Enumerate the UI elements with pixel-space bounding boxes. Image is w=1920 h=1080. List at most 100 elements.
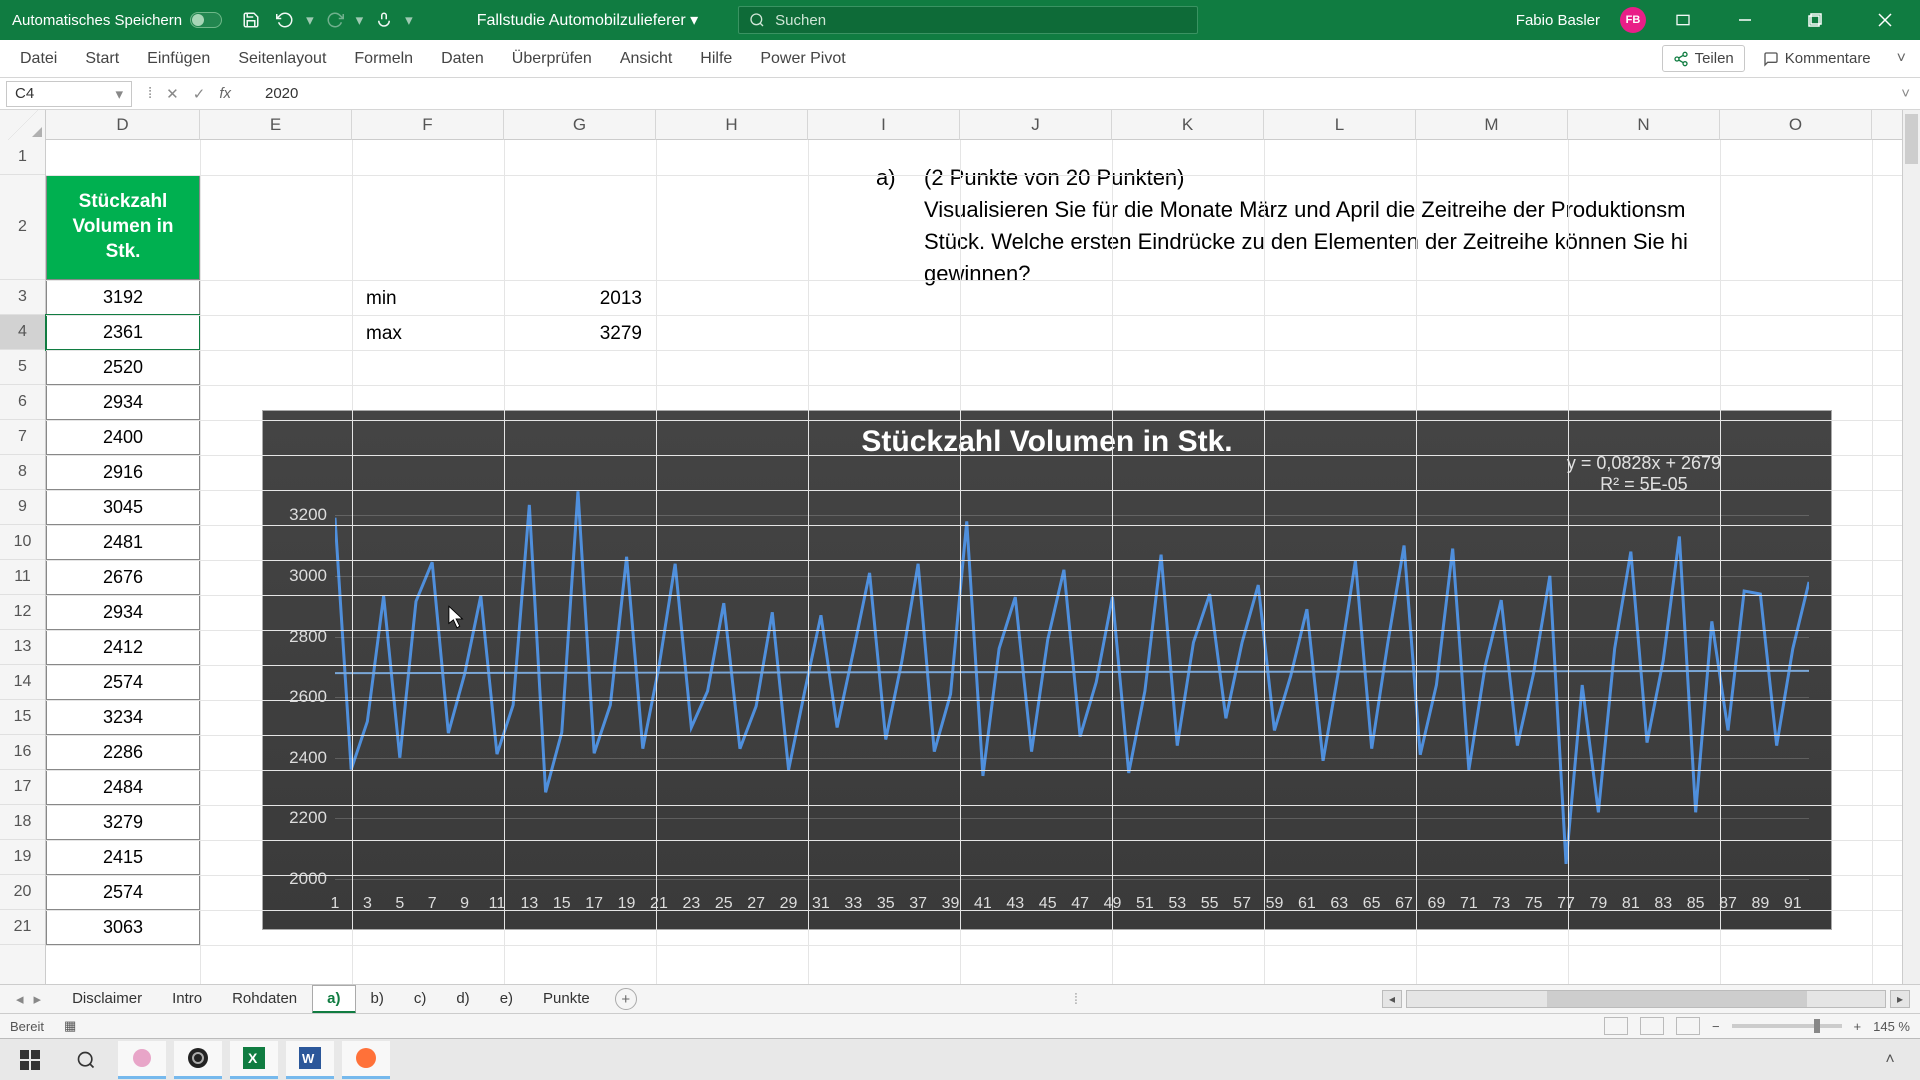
tab-datei[interactable]: Datei — [6, 40, 71, 77]
column-header-O[interactable]: O — [1720, 110, 1872, 140]
row-header-4[interactable]: 4 — [0, 315, 45, 350]
column-header-J[interactable]: J — [960, 110, 1112, 140]
vertical-scrollbar[interactable] — [1902, 110, 1920, 984]
column-header-L[interactable]: L — [1264, 110, 1416, 140]
toggle-icon[interactable] — [190, 12, 222, 28]
save-icon[interactable] — [240, 9, 262, 31]
sheet-tab-Intro[interactable]: Intro — [157, 985, 217, 1014]
autosave-toggle[interactable]: Automatisches Speichern — [0, 12, 234, 29]
row-header-7[interactable]: 7 — [0, 420, 45, 455]
start-button[interactable] — [6, 1041, 54, 1079]
data-cell[interactable]: 2481 — [46, 525, 200, 560]
cells-area[interactable]: StückzahlVolumen inStk.31922361252029342… — [46, 140, 1902, 984]
taskbar-obs-icon[interactable] — [174, 1041, 222, 1079]
avatar[interactable]: FB — [1620, 7, 1646, 33]
row-header-11[interactable]: 11 — [0, 560, 45, 595]
comments-button[interactable]: Kommentare — [1753, 46, 1881, 71]
expand-formula-icon[interactable]: ˅ — [1891, 85, 1920, 102]
data-cell[interactable]: 3279 — [46, 805, 200, 840]
data-cell[interactable]: 2520 — [46, 350, 200, 385]
row-header-20[interactable]: 20 — [0, 875, 45, 910]
sheet-tab-e)[interactable]: e) — [485, 985, 528, 1014]
qat-customize-icon[interactable]: ▾ — [405, 11, 413, 29]
tab-einfuegen[interactable]: Einfügen — [133, 40, 224, 77]
data-cell[interactable]: 2361 — [46, 315, 200, 350]
column-header-I[interactable]: I — [808, 110, 960, 140]
row-header-15[interactable]: 15 — [0, 700, 45, 735]
ribbon-display-icon[interactable] — [1672, 9, 1694, 31]
row-header-17[interactable]: 17 — [0, 770, 45, 805]
row-header-8[interactable]: 8 — [0, 455, 45, 490]
close-button[interactable] — [1860, 0, 1910, 40]
row-header-3[interactable]: 3 — [0, 280, 45, 315]
dropdown-icon[interactable]: ⁞ — [148, 85, 152, 102]
sheet-tab-Disclaimer[interactable]: Disclaimer — [57, 985, 157, 1014]
show-hidden-icon[interactable]: ˄ — [1866, 1041, 1914, 1079]
scroll-left-button[interactable]: ◂ — [1382, 990, 1402, 1008]
normal-view-button[interactable] — [1604, 1017, 1628, 1035]
scroll-track[interactable] — [1406, 990, 1886, 1008]
row-header-10[interactable]: 10 — [0, 525, 45, 560]
data-cell[interactable]: 3234 — [46, 700, 200, 735]
formula-input[interactable]: 2020 — [259, 85, 1891, 102]
enter-icon[interactable]: ✓ — [193, 85, 206, 103]
macro-icon[interactable]: ▦ — [64, 1018, 76, 1034]
zoom-level[interactable]: 145 % — [1873, 1019, 1910, 1034]
row-header-16[interactable]: 16 — [0, 735, 45, 770]
row-header-19[interactable]: 19 — [0, 840, 45, 875]
column-header-M[interactable]: M — [1416, 110, 1568, 140]
name-box[interactable]: C4 ▾ — [6, 81, 132, 107]
row-header-9[interactable]: 9 — [0, 490, 45, 525]
cancel-icon[interactable]: ✕ — [166, 85, 179, 103]
share-button[interactable]: Teilen — [1662, 45, 1745, 72]
fx-icon[interactable]: fx — [219, 85, 231, 102]
column-header-G[interactable]: G — [504, 110, 656, 140]
tab-powerpivot[interactable]: Power Pivot — [746, 40, 859, 77]
column-header-K[interactable]: K — [1112, 110, 1264, 140]
sheet-tab-Rohdaten[interactable]: Rohdaten — [217, 985, 312, 1014]
document-title[interactable]: Fallstudie Automobilzulieferer ▾ — [477, 10, 698, 30]
add-sheet-button[interactable]: + — [615, 988, 637, 1010]
column-header-N[interactable]: N — [1568, 110, 1720, 140]
tab-start[interactable]: Start — [71, 40, 133, 77]
zoom-slider[interactable] — [1732, 1024, 1842, 1028]
taskbar-word-icon[interactable]: W — [286, 1041, 334, 1079]
maximize-button[interactable] — [1790, 0, 1840, 40]
row-header-21[interactable]: 21 — [0, 910, 45, 945]
search-input[interactable]: Suchen — [738, 6, 1198, 34]
redo-icon[interactable] — [324, 9, 346, 31]
data-cell[interactable]: 2412 — [46, 630, 200, 665]
row-header-2[interactable]: 2 — [0, 175, 45, 280]
data-cell[interactable]: 2676 — [46, 560, 200, 595]
sheet-tab-b)[interactable]: b) — [356, 985, 399, 1014]
tab-daten[interactable]: Daten — [427, 40, 498, 77]
sheet-tab-a)[interactable]: a) — [312, 985, 355, 1014]
page-break-button[interactable] — [1676, 1017, 1700, 1035]
row-header-13[interactable]: 13 — [0, 630, 45, 665]
data-cell[interactable]: 2400 — [46, 420, 200, 455]
row-header-1[interactable]: 1 — [0, 140, 45, 175]
data-cell[interactable]: 2286 — [46, 735, 200, 770]
column-header-D[interactable]: D — [46, 110, 200, 140]
collapse-ribbon-icon[interactable]: ˅ — [1889, 50, 1914, 68]
row-header-18[interactable]: 18 — [0, 805, 45, 840]
data-cell[interactable]: 2574 — [46, 875, 200, 910]
tab-ansicht[interactable]: Ansicht — [606, 40, 686, 77]
taskbar-firefox-icon[interactable] — [342, 1041, 390, 1079]
row-header-5[interactable]: 5 — [0, 350, 45, 385]
data-cell[interactable]: 3045 — [46, 490, 200, 525]
column-header-H[interactable]: H — [656, 110, 808, 140]
undo-icon[interactable] — [274, 9, 296, 31]
page-layout-button[interactable] — [1640, 1017, 1664, 1035]
column-header-F[interactable]: F — [352, 110, 504, 140]
tab-ueberpruefen[interactable]: Überprüfen — [498, 40, 606, 77]
data-cell[interactable]: 2574 — [46, 665, 200, 700]
chart[interactable]: Stückzahl Volumen in Stk. y = 0,0828x + … — [262, 410, 1832, 930]
data-cell[interactable]: 2934 — [46, 385, 200, 420]
scroll-right-button[interactable]: ▸ — [1890, 990, 1910, 1008]
column-header-E[interactable]: E — [200, 110, 352, 140]
chevron-down-icon[interactable]: ▾ — [115, 85, 123, 103]
sheet-tab-c)[interactable]: c) — [399, 985, 442, 1014]
sheet-tab-d)[interactable]: d) — [441, 985, 484, 1014]
search-taskbar-icon[interactable] — [62, 1041, 110, 1079]
